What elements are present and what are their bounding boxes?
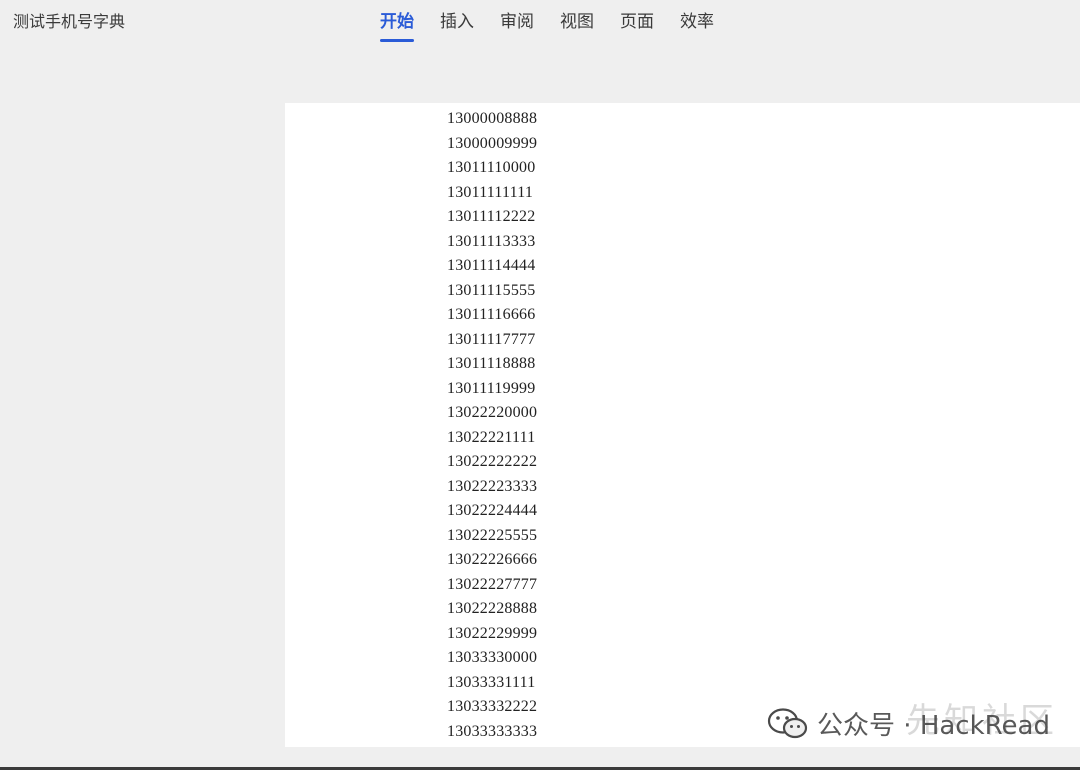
list-item: 13022229999 bbox=[447, 624, 538, 642]
list-item: 13022226666 bbox=[447, 551, 538, 568]
list-item: 13011114444 bbox=[447, 257, 536, 274]
list-item: 13011115555 bbox=[447, 281, 536, 299]
tab-view[interactable]: 视图 bbox=[560, 7, 594, 40]
list-item: 13011110000 bbox=[447, 159, 536, 176]
list-item: 13011112222 bbox=[447, 208, 536, 225]
list-item: 13033331111 bbox=[447, 673, 536, 691]
list-item: 13000009999 bbox=[447, 134, 538, 152]
list-item: 13000008888 bbox=[447, 110, 538, 127]
list-item: 13011113333 bbox=[447, 232, 536, 250]
watermark-text: 公众号 · HackRead bbox=[817, 711, 1050, 741]
list-item: 13033330000 bbox=[447, 649, 538, 666]
tab-efficiency[interactable]: 效率 bbox=[680, 7, 714, 40]
tab-insert[interactable]: 插入 bbox=[440, 7, 474, 40]
list-item: 13022221111 bbox=[447, 428, 536, 446]
list-item: 13022223333 bbox=[447, 477, 538, 495]
phone-number-list: 13000008888 13000009999 13011110000 1301… bbox=[447, 107, 537, 744]
list-item: 13033332222 bbox=[447, 698, 538, 715]
app-title: 测试手机号字典 bbox=[13, 12, 126, 31]
list-item: 13022220000 bbox=[447, 404, 538, 421]
list-item: 13022228888 bbox=[447, 600, 538, 617]
tab-home[interactable]: 开始 bbox=[380, 7, 414, 42]
menu-tabs: 开始 插入 审阅 视图 页面 效率 bbox=[380, 7, 740, 42]
list-item: 13033333333 bbox=[447, 722, 538, 740]
list-item: 13022222222 bbox=[447, 453, 538, 470]
wechat-icon bbox=[767, 707, 808, 738]
list-item: 13011118888 bbox=[447, 355, 536, 372]
document-page[interactable]: 13000008888 13000009999 13011110000 1301… bbox=[285, 103, 1080, 747]
list-item: 13011119999 bbox=[447, 379, 536, 397]
list-item: 13022227777 bbox=[447, 575, 538, 593]
list-item: 13011117777 bbox=[447, 330, 536, 348]
list-item: 13011111111 bbox=[447, 183, 534, 201]
list-item: 13011116666 bbox=[447, 306, 536, 323]
tab-review[interactable]: 审阅 bbox=[500, 7, 534, 40]
list-item: 13022225555 bbox=[447, 526, 538, 544]
tab-page[interactable]: 页面 bbox=[620, 7, 654, 40]
list-item: 13022224444 bbox=[447, 502, 538, 519]
watermark: 公众号 · HackRead bbox=[767, 705, 1050, 742]
